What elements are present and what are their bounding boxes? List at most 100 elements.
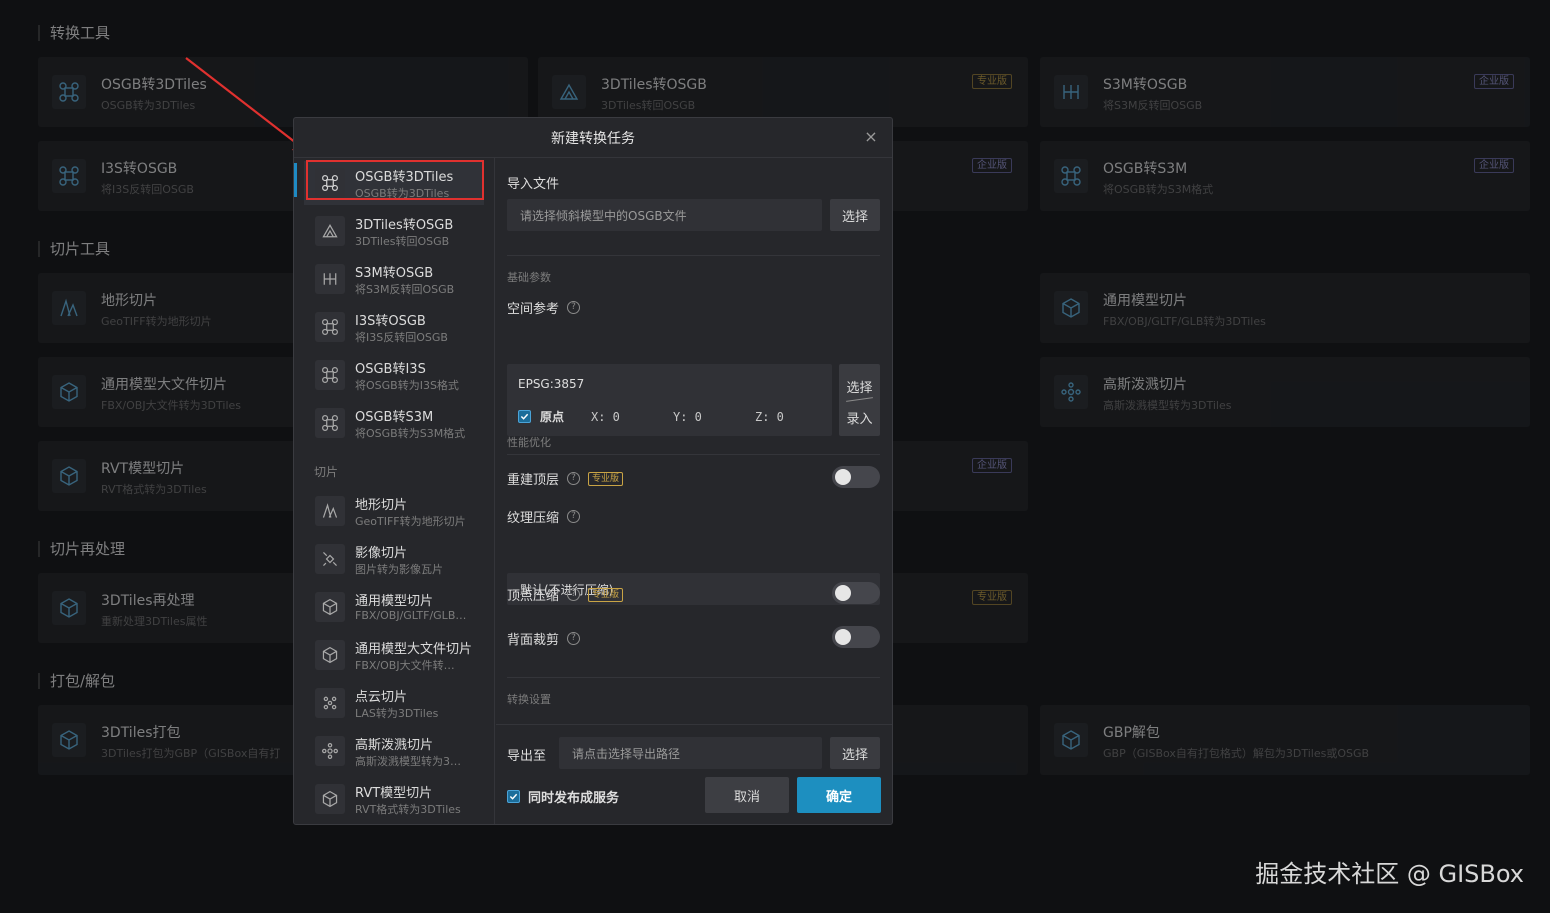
cube-icon: [315, 592, 345, 622]
vertex-compress-label: 顶点压缩: [507, 589, 560, 604]
backface-cull-toggle[interactable]: [832, 626, 880, 648]
card-subtitle: 高斯泼溅模型转为3DTiles: [1103, 399, 1232, 412]
task-item-large-model[interactable]: 通用模型大文件切片 FBX/OBJ大文件转…: [304, 633, 484, 677]
card-title: RVT模型切片: [101, 461, 185, 477]
task-item-title: OSGB转I3S: [355, 362, 426, 377]
publish-service-checkbox[interactable]: [507, 790, 520, 803]
card-title: 3DTiles打包: [101, 725, 181, 741]
cube-icon: [52, 591, 86, 625]
task-item-subtitle: 将OSGB转为I3S格式: [355, 379, 459, 392]
import-file-input[interactable]: 请选择倾斜模型中的OSGB文件: [507, 199, 822, 231]
model-icon: [552, 75, 586, 109]
task-item-point-cloud[interactable]: 点云切片 LAS转为3DTiles: [304, 681, 484, 725]
section-title-convert: 转换工具: [38, 25, 110, 41]
card-subtitle: RVT格式转为3DTiles: [101, 483, 207, 496]
import-select-button[interactable]: 选择: [830, 199, 880, 231]
toggle-knob: [835, 469, 851, 485]
task-item-rvt[interactable]: RVT模型切片 RVT格式转为3DTiles: [304, 777, 484, 821]
help-icon[interactable]: ?: [567, 472, 581, 485]
network-icon: [1054, 159, 1088, 193]
enterprise-badge: 企业版: [972, 158, 1012, 173]
card-subtitle: 3DTiles转回OSGB: [601, 99, 696, 112]
network-icon: [315, 168, 345, 198]
task-item-subtitle: 将S3M反转回OSGB: [355, 283, 455, 296]
card-subtitle: 重新处理3DTiles属性: [101, 615, 208, 628]
task-item-title: OSGB转S3M: [355, 410, 434, 425]
card-subtitle: 3DTiles打包为GBP（GISBox自有打: [101, 747, 281, 760]
card-subtitle: FBX/OBJ/GLTF/GLB转为3DTiles: [1103, 315, 1266, 328]
task-item-title: S3M转OSGB: [355, 266, 434, 281]
origin-checkbox[interactable]: [518, 410, 531, 423]
task-item-subtitle: LAS转为3DTiles: [355, 707, 439, 720]
task-form: 导入文件 请选择倾斜模型中的OSGB文件 选择 基础参数 空间参考 ? EPSG…: [496, 158, 892, 724]
srs-label: 空间参考: [507, 302, 560, 317]
task-item-title: 地形切片: [355, 498, 408, 513]
grid-icon: [315, 264, 345, 294]
tool-card[interactable]: S3M转OSGB 将S3M反转回OSGB 企业版: [1040, 57, 1530, 127]
task-item-terrain[interactable]: 地形切片 GeoTIFF转为地形切片: [304, 489, 484, 533]
srs-input-button[interactable]: 录入: [839, 408, 880, 427]
cube-icon: [315, 784, 345, 814]
task-item-osgb-s3m[interactable]: OSGB转S3M 将OSGB转为S3M格式: [304, 401, 484, 445]
confirm-button[interactable]: 确定: [797, 777, 881, 813]
close-icon[interactable]: ×: [864, 129, 878, 145]
task-item-subtitle: GeoTIFF转为地形切片: [355, 515, 466, 528]
card-title: GBP解包: [1103, 725, 1160, 741]
export-path-input[interactable]: 请点击选择导出路径: [559, 737, 822, 769]
task-item-subtitle: 将OSGB转为S3M格式: [355, 427, 466, 440]
card-subtitle: 将OSGB转为S3M格式: [1103, 183, 1214, 196]
vertex-compress-toggle[interactable]: [832, 582, 880, 604]
task-item-imagery[interactable]: 影像切片 图片转为影像瓦片: [304, 537, 484, 581]
srs-select-button[interactable]: 选择: [839, 377, 880, 396]
task-item-s3m-osgb[interactable]: S3M转OSGB 将S3M反转回OSGB: [304, 257, 484, 301]
pro-badge: 专业版: [588, 587, 624, 602]
origin-label: 原点: [540, 410, 565, 424]
tool-card[interactable]: 通用模型切片 FBX/OBJ/GLTF/GLB转为3DTiles: [1040, 273, 1530, 343]
task-item-gaussian-splat[interactable]: 高斯泼溅切片 高斯泼溅模型转为3…: [304, 729, 484, 773]
dialog-header: 新建转换任务 ×: [294, 118, 892, 158]
model-icon: [315, 216, 345, 246]
pro-badge: 专业版: [588, 471, 624, 486]
task-item-i3s-osgb[interactable]: I3S转OSGB 将I3S反转回OSGB: [304, 305, 484, 349]
publish-service-row: 同时发布成服务: [507, 787, 619, 806]
help-icon[interactable]: ?: [567, 588, 581, 601]
terrain-icon: [315, 496, 345, 526]
help-icon[interactable]: ?: [567, 510, 581, 523]
task-item-title: 影像切片: [355, 546, 408, 561]
divider: [507, 677, 880, 678]
card-subtitle: 将S3M反转回OSGB: [1103, 99, 1203, 112]
cube-icon: [1054, 723, 1088, 757]
task-item-subtitle: 高斯泼溅模型转为3…: [355, 755, 461, 768]
rebuild-top-toggle[interactable]: [832, 466, 880, 488]
network-icon: [52, 75, 86, 109]
task-item-title: I3S转OSGB: [355, 314, 426, 329]
help-icon[interactable]: ?: [567, 301, 581, 314]
tool-card[interactable]: 高斯泼溅切片 高斯泼溅模型转为3DTiles: [1040, 357, 1530, 427]
tool-card[interactable]: OSGB转S3M 将OSGB转为S3M格式 企业版: [1040, 141, 1530, 211]
section-title-reprocess: 切片再处理: [38, 541, 125, 557]
help-icon[interactable]: ?: [567, 632, 581, 645]
terrain-icon: [52, 291, 86, 325]
task-item-title: RVT模型切片: [355, 786, 433, 801]
point-cloud-icon: [315, 688, 345, 718]
check-icon: [520, 413, 529, 420]
pro-badge: 专业版: [972, 590, 1012, 605]
watermark: 掘金技术社区 @ GISBox: [1255, 860, 1524, 888]
srs-label-row: 空间参考 ?: [507, 298, 581, 317]
active-indicator: [294, 163, 297, 197]
toggle-knob: [835, 629, 851, 645]
export-select-button[interactable]: 选择: [830, 737, 880, 769]
enterprise-badge: 企业版: [1474, 158, 1514, 173]
publish-service-label: 同时发布成服务: [528, 791, 620, 806]
cancel-button[interactable]: 取消: [705, 777, 789, 813]
task-item-general-model[interactable]: 通用模型切片 FBX/OBJ/GLTF/GLB…: [304, 585, 484, 629]
origin-z: Z: 0: [755, 410, 784, 424]
task-item-osgb-i3s[interactable]: OSGB转I3S 将OSGB转为I3S格式: [304, 353, 484, 397]
card-title: 3DTiles转OSGB: [601, 77, 707, 93]
network-icon: [315, 408, 345, 438]
srs-select-input-button[interactable]: 选择 录入: [839, 364, 880, 436]
origin-row: 原点: [518, 408, 564, 425]
tool-card[interactable]: GBP解包 GBP（GISBox自有打包格式）解包为3DTiles或OSGB: [1040, 705, 1530, 775]
task-item-osgb-3dtiles[interactable]: OSGB转3DTiles OSGB转为3DTiles: [304, 161, 484, 205]
task-item-3dtiles-osgb[interactable]: 3DTiles转OSGB 3DTiles转回OSGB: [304, 209, 484, 253]
